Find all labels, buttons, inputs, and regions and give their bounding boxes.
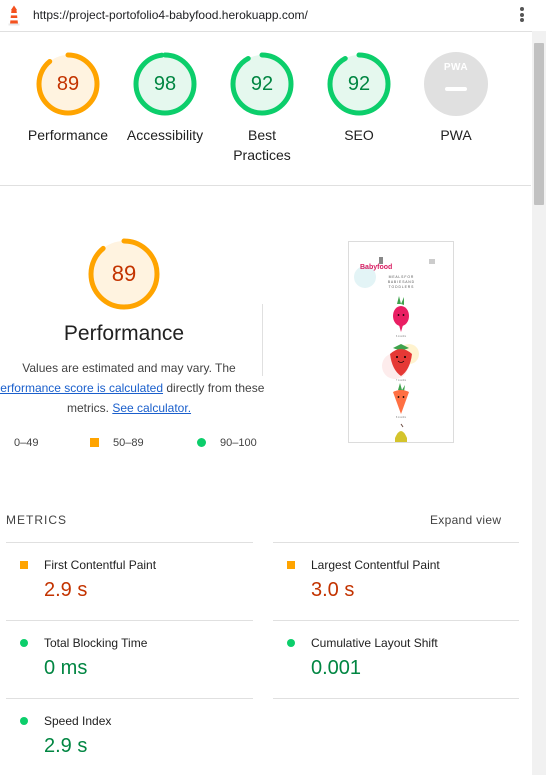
metric-cls-title: Cumulative Layout Shift (311, 636, 438, 650)
best-practices-label: Best Practices (214, 125, 310, 165)
pass-circle-icon (197, 438, 206, 447)
metric-lcp: Largest Contentful Paint 3.0 s (287, 558, 440, 602)
pwa-badge-text: PWA (443, 62, 469, 73)
seo-score-ring: 92 (326, 51, 392, 117)
thumbnail-brand: Babyfood (360, 264, 392, 271)
metrics-header: METRICS (6, 513, 67, 527)
performance-score-ring: 89 (35, 51, 101, 117)
legend-fail: 0–49 (0, 437, 38, 449)
metric-cls-value: 0.001 (311, 657, 362, 679)
expand-view-button[interactable]: Expand view (430, 513, 501, 527)
best-practices-score: 92 (250, 73, 274, 95)
browser-bar: https://project-portofolio4-babyfood.her… (0, 0, 546, 32)
gauge-pwa[interactable]: PWA PWA (408, 51, 504, 145)
vertical-divider (262, 304, 263, 376)
metric-fcp-value: 2.9 s (44, 579, 88, 601)
legend-pass-label: 90–100 (220, 437, 257, 449)
metric-tbt-title: Total Blocking Time (44, 636, 148, 650)
gauge-accessibility[interactable]: 98 Accessibility (117, 51, 213, 145)
legend-average: 50–89 (90, 437, 144, 449)
legend-fail-label: 0–49 (14, 437, 39, 449)
thumbnail-age-2: 7 months (396, 379, 407, 382)
best-practices-label-line2: Practices (233, 147, 291, 163)
seo-label: SEO (344, 127, 374, 143)
metric-divider (273, 698, 519, 699)
metric-cls: Cumulative Layout Shift 0.001 (287, 636, 438, 680)
thumbnail-age-3: 8 months (396, 416, 407, 419)
seo-score: 92 (347, 73, 371, 95)
accessibility-label: Accessibility (126, 127, 204, 143)
more-menu-icon[interactable] (517, 6, 527, 26)
accessibility-score: 98 (153, 73, 177, 95)
best-practices-label-line1: Best (247, 127, 276, 143)
average-square-icon (90, 438, 99, 447)
metric-divider (6, 698, 253, 699)
metric-fcp-title: First Contentful Paint (44, 558, 157, 572)
performance-heading: Performance (63, 322, 185, 345)
performance-big-gauge: 89 (87, 237, 161, 311)
metric-divider (273, 542, 519, 543)
metric-tbt: Total Blocking Time 0 ms (20, 636, 148, 680)
pass-circle-icon (20, 639, 28, 647)
accessibility-score-ring: 98 (132, 51, 198, 117)
metric-divider (273, 620, 519, 621)
metric-lcp-value: 3.0 s (311, 579, 355, 601)
legend-pass: 90–100 (197, 437, 257, 449)
performance-score: 89 (56, 73, 80, 95)
metric-divider (6, 542, 253, 543)
pwa-badge-icon: PWA (423, 51, 489, 117)
metric-si-title: Speed Index (44, 714, 112, 728)
performance-desc-text1: Values are estimated and may vary. The (22, 361, 236, 375)
gauge-seo[interactable]: 92 SEO (311, 51, 407, 145)
thumbnail-tagline-2: B A B I E S A N D (388, 280, 415, 284)
performance-description: Values are estimated and may vary. The p… (0, 358, 268, 418)
page-screenshot-thumbnail[interactable]: Babyfood M E A L S F O R B A B I E S A N… (348, 241, 454, 443)
gauge-best-practices[interactable]: 92 Best Practices (214, 51, 310, 165)
metric-si-value: 2.9 s (44, 735, 88, 757)
section-divider (0, 185, 531, 186)
best-practices-score-ring: 92 (229, 51, 295, 117)
metric-divider (6, 620, 253, 621)
performance-big-score: 89 (111, 261, 137, 286)
metric-fcp: First Contentful Paint 2.9 s (20, 558, 157, 602)
metric-tbt-value: 0 ms (44, 657, 88, 679)
scrollbar-thumb[interactable] (534, 43, 544, 205)
gauge-performance[interactable]: 89 Performance (20, 51, 116, 145)
lighthouse-logo-icon (8, 5, 20, 26)
metric-lcp-title: Largest Contentful Paint (311, 558, 440, 572)
thumbnail-tagline-1: M E A L S F O R (389, 275, 414, 279)
metric-speed-index: Speed Index 2.9 s (20, 714, 112, 758)
average-square-icon (20, 561, 28, 569)
pass-circle-icon (20, 717, 28, 725)
see-calculator-link[interactable]: See calculator. (112, 401, 191, 415)
performance-label: Performance (27, 127, 109, 143)
score-calculated-link[interactable]: performance score is calculated (0, 381, 163, 395)
scrollbar[interactable] (532, 31, 546, 775)
pwa-label: PWA (440, 127, 472, 143)
thumbnail-age-1: 6 months (396, 335, 407, 338)
average-square-icon (287, 561, 295, 569)
thumbnail-tagline-3: T O D D L E R S (389, 285, 415, 289)
legend-average-label: 50–89 (113, 437, 144, 449)
pass-circle-icon (287, 639, 295, 647)
url-text[interactable]: https://project-portofolio4-babyfood.her… (33, 8, 308, 22)
